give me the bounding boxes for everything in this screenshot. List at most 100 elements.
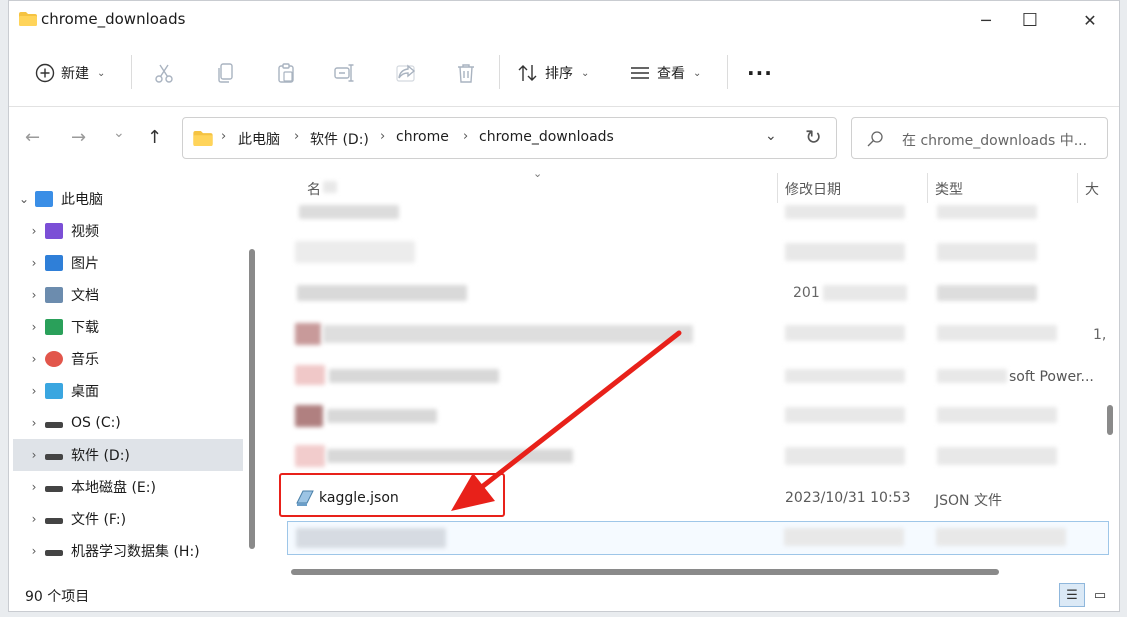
sidebar-item-label: 视频 [71,224,99,240]
sidebar-item-music[interactable]: › 音乐 [23,343,253,375]
chevron-right-icon[interactable]: › [23,448,45,462]
column-divider[interactable] [927,173,928,203]
list-item[interactable]: soft Power... [269,361,1109,397]
drive-icon [45,518,63,524]
refresh-button[interactable]: ↻ [805,125,822,149]
sidebar-item-drive-f[interactable]: › 文件 (F:) [23,503,253,535]
type-cell: soft Power... [1009,369,1094,385]
list-item[interactable] [269,441,1109,477]
vertical-scrollbar-thumb[interactable] [1107,405,1113,435]
sidebar-item-documents[interactable]: › 文档 [23,279,253,311]
minimize-button[interactable]: ─ [963,5,1009,35]
breadcrumb-chrome-downloads[interactable]: chrome_downloads [479,129,614,145]
more-options-button[interactable]: ··· [747,53,773,93]
delete-button[interactable] [455,53,477,93]
sidebar-scrollbar-thumb[interactable] [249,249,255,549]
new-button[interactable]: 新建 ⌄ [35,53,105,93]
toolbar-divider [131,55,132,89]
sidebar-item-drive-h[interactable]: › 机器学习数据集 (H:) [23,535,253,567]
chevron-right-icon[interactable]: › [23,352,45,366]
file-list: ⌄ 名 修改日期 类型 大 201 1, soft Power... kaggl… [269,167,1115,581]
chevron-down-icon: ⌄ [581,67,590,79]
sidebar-item-pictures[interactable]: › 图片 [23,247,253,279]
sidebar-item-videos[interactable]: › 视频 [23,215,253,247]
sidebar-item-this-pc[interactable]: ⌄ 此电脑 [13,183,243,215]
column-header-size[interactable]: 大 [1085,179,1099,199]
drive-icon [45,486,63,492]
list-item[interactable]: 201 [269,279,1109,315]
rename-button[interactable] [333,53,355,93]
size-cell: 1, [1093,327,1107,343]
sort-button[interactable]: 排序 ⌄ [517,53,589,93]
list-item[interactable] [269,239,1109,275]
address-bar[interactable]: › 此电脑 › 软件 (D:) › chrome › chrome_downlo… [182,117,837,159]
cut-button[interactable] [153,53,175,93]
chevron-right-icon[interactable]: › [23,512,45,526]
rename-icon [334,64,354,82]
paste-button[interactable] [275,53,297,93]
chevron-right-icon[interactable]: › [23,480,45,494]
chevron-right-icon[interactable]: › [23,224,45,238]
maximize-button[interactable]: ☐ [1007,5,1053,35]
chevron-right-icon[interactable]: › [23,256,45,270]
column-header-type[interactable]: 类型 [935,179,963,199]
details-view-button[interactable]: ☰ [1059,583,1085,607]
computer-icon [35,191,53,207]
sidebar-item-label: 文件 (F:) [71,512,127,528]
sort-label: 排序 [545,66,573,82]
share-button[interactable] [395,53,417,93]
file-explorer-window: chrome_downloads ─ ☐ ✕ 新建 ⌄ 排序 ⌄ 查看 ⌄ ··… [8,0,1120,612]
column-header-modified[interactable]: 修改日期 [785,179,841,199]
chevron-right-icon[interactable]: › [23,384,45,398]
search-box[interactable]: 在 chrome_downloads 中... [851,117,1108,159]
chevron-right-icon[interactable]: › [23,288,45,302]
chevron-right-icon[interactable]: › [23,416,45,430]
address-history-chevron-icon[interactable]: ⌄ [765,128,777,144]
sidebar-item-downloads[interactable]: › 下载 [23,311,253,343]
breadcrumb-chrome[interactable]: chrome [396,129,449,145]
chevron-down-icon: ⌄ [693,67,702,79]
file-modified: 2023/10/31 10:53 [785,490,911,506]
breadcrumb-separator: › [221,129,227,144]
breadcrumb-this-pc[interactable]: 此电脑 [238,129,280,149]
breadcrumb-separator: › [294,129,300,144]
column-header-name[interactable]: 名 [307,179,321,199]
list-item[interactable] [269,201,1109,237]
chevron-right-icon[interactable]: › [23,320,45,334]
pictures-icon [45,255,63,271]
list-item[interactable] [287,521,1109,555]
sidebar-item-drive-c[interactable]: › OS (C:) [23,407,253,439]
view-button[interactable]: 查看 ⌄ [629,53,701,93]
back-button[interactable]: ← [25,127,40,148]
list-item[interactable]: 1, [269,319,1109,355]
horizontal-scrollbar-thumb[interactable] [291,569,999,575]
forward-button[interactable]: → [71,127,86,148]
sidebar-item-drive-d[interactable]: › 软件 (D:) [13,439,243,471]
sidebar-item-label: 本地磁盘 (E:) [71,480,156,496]
sort-icon [518,65,537,81]
modified-cell: 201 [793,285,820,301]
column-divider[interactable] [1077,173,1078,203]
delete-icon [458,64,474,83]
sidebar-item-label: 图片 [71,256,99,272]
chevron-right-icon[interactable]: › [23,544,45,558]
recent-locations-button[interactable]: ⌄ [113,125,125,141]
share-icon [396,64,416,82]
list-item[interactable] [269,401,1109,437]
sidebar-item-label: 此电脑 [61,192,103,208]
up-button[interactable]: ↑ [147,127,162,148]
command-bar: 新建 ⌄ 排序 ⌄ 查看 ⌄ ··· [9,41,1119,107]
close-button[interactable]: ✕ [1067,5,1113,35]
chevron-down-icon[interactable]: ⌄ [13,192,35,206]
sidebar-item-desktop[interactable]: › 桌面 [23,375,253,407]
sidebar-item-drive-e[interactable]: › 本地磁盘 (E:) [23,471,253,503]
breadcrumb-separator: › [463,129,469,144]
folder-icon [19,12,37,26]
tiles-view-button[interactable]: ▭ [1087,583,1113,607]
breadcrumb-drive-d[interactable]: 软件 (D:) [310,129,369,149]
title-bar[interactable]: chrome_downloads ─ ☐ ✕ [9,1,1119,41]
download-icon [45,319,63,335]
copy-button[interactable] [215,53,237,93]
column-divider[interactable] [777,173,778,203]
details-view-icon: ☰ [1066,587,1078,603]
